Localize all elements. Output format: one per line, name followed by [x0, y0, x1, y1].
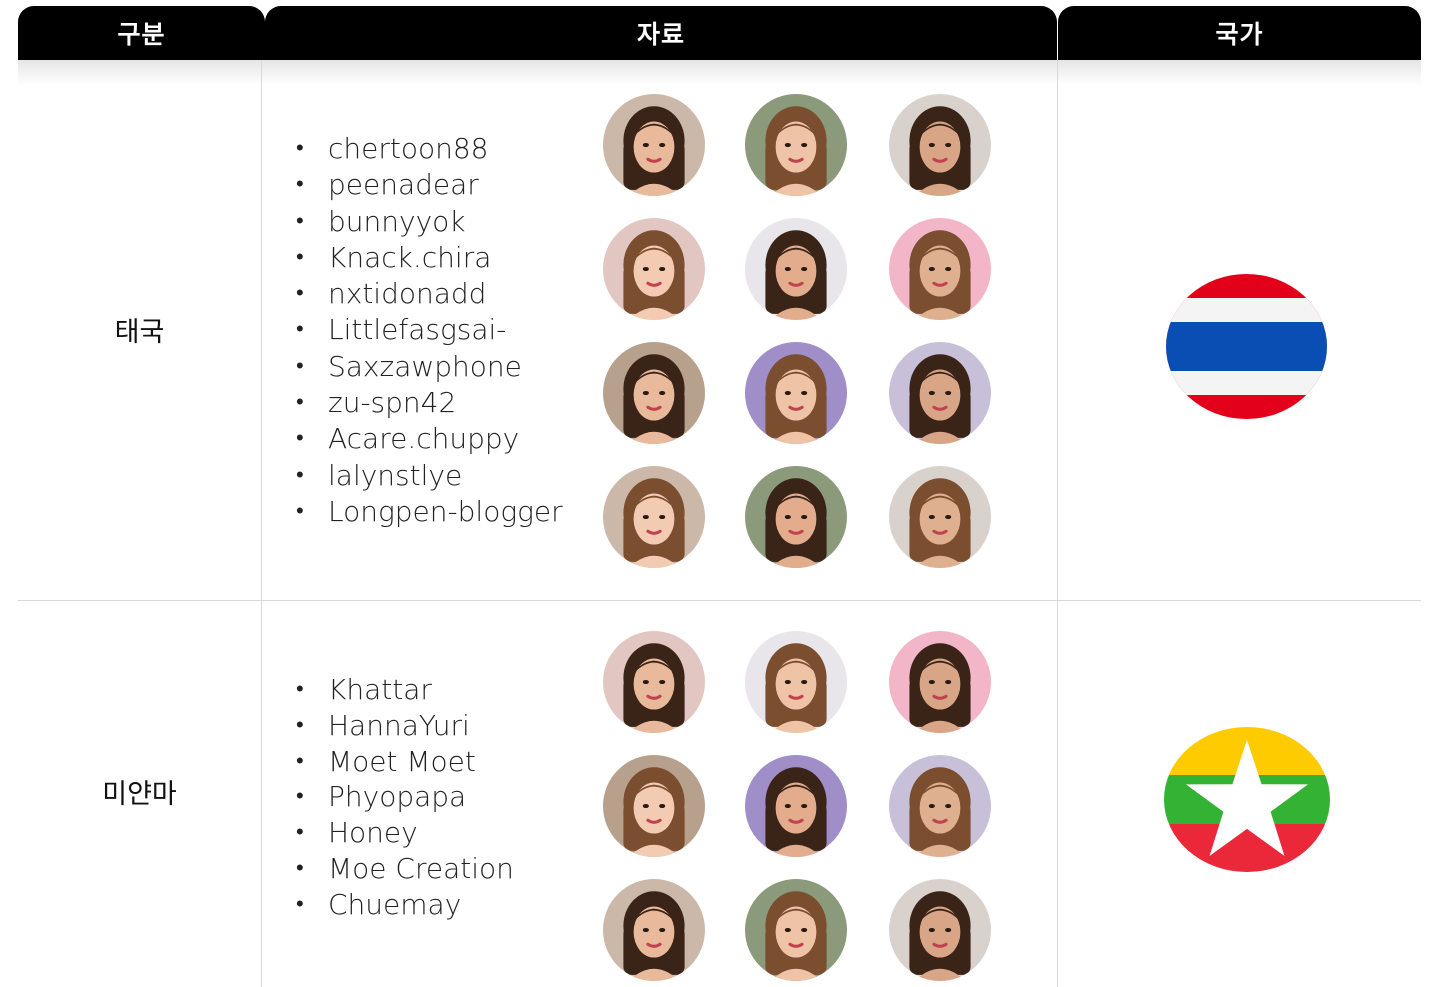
profile-photo-1	[603, 94, 705, 196]
profile-photo-6	[889, 755, 991, 857]
profile-photo-10	[603, 466, 705, 568]
influencer-item: lalynstlye	[296, 458, 563, 495]
influencer-item: Saxzawphone	[296, 349, 563, 386]
profile-photo-9	[889, 342, 991, 444]
header-gukga: 국가	[1058, 6, 1421, 60]
influencer-item: bunnyyok	[296, 204, 563, 241]
profile-photo-4	[603, 218, 705, 320]
profile-photo-9	[889, 879, 991, 981]
influencer-item: zu-spn42	[296, 385, 563, 422]
row-divider	[18, 600, 1421, 601]
influencer-item: Khattar	[296, 672, 514, 708]
profile-photo-2	[745, 94, 847, 196]
header-gubun: 구분	[18, 6, 265, 60]
profile-photo-11	[745, 466, 847, 568]
country-label-myanmar: 미얀마	[102, 779, 177, 810]
header-jaryo: 자료	[265, 6, 1057, 60]
influencer-item: Knack.chira	[296, 240, 563, 277]
influencer-item: Phyopapa	[296, 779, 514, 815]
influencer-item: Moet Moet	[296, 744, 514, 780]
myanmar-flag-icon	[1164, 727, 1330, 872]
influencer-item: nxtidonadd	[296, 276, 563, 313]
profile-photo-7	[603, 342, 705, 444]
influencer-item: peenadear	[296, 167, 563, 204]
profile-photo-4	[603, 755, 705, 857]
profile-photo-3	[889, 94, 991, 196]
column-divider-1	[261, 60, 262, 987]
influencer-item: Chuemay	[296, 887, 514, 923]
profile-photo-1	[603, 631, 705, 733]
influencer-list-myanmar: KhattarHannaYuriMoet MoetPhyopapaHoneyMo…	[296, 672, 514, 923]
influencer-item: Moe Creation	[296, 851, 514, 887]
profile-photo-5	[745, 218, 847, 320]
country-label-thailand: 태국	[114, 317, 165, 348]
profile-photo-3	[889, 631, 991, 733]
profile-photo-2	[745, 631, 847, 733]
column-divider-2	[1057, 60, 1058, 987]
profile-photo-8	[745, 342, 847, 444]
influencer-item: Littlefasgsai-	[296, 312, 563, 349]
influencer-list-thailand: chertoon88peenadearbunnyyokKnack.chiranx…	[296, 131, 563, 531]
influencer-item: chertoon88	[296, 131, 563, 168]
influencer-item: Longpen-blogger	[296, 494, 563, 531]
profile-photo-7	[603, 879, 705, 981]
profile-photo-8	[745, 879, 847, 981]
influencer-item: Honey	[296, 815, 514, 851]
thailand-flag-icon	[1166, 274, 1327, 419]
profile-photo-5	[745, 755, 847, 857]
profile-photo-6	[889, 218, 991, 320]
influencer-item: HannaYuri	[296, 708, 514, 744]
profile-photo-12	[889, 466, 991, 568]
influencer-item: Acare.chuppy	[296, 421, 563, 458]
header-shadow	[18, 60, 1421, 86]
